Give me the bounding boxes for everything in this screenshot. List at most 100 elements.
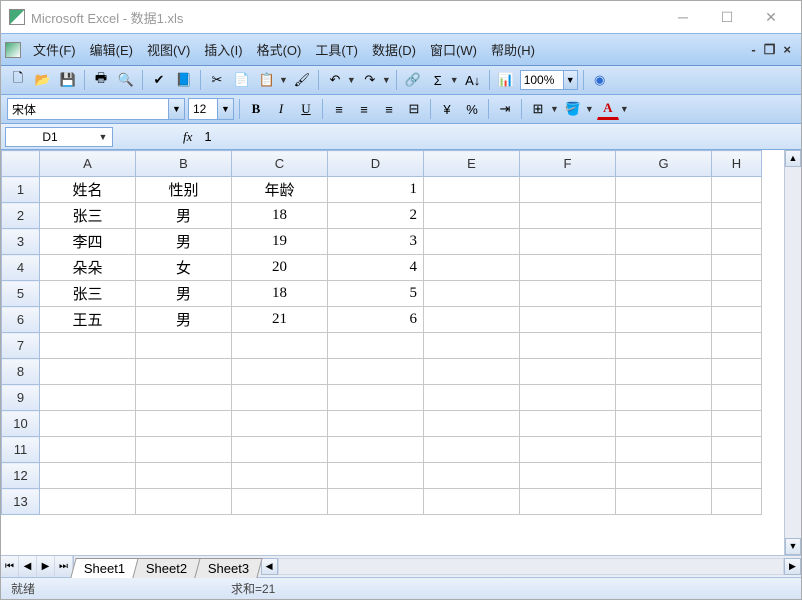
cell[interactable] [712,203,762,229]
cell[interactable] [328,437,424,463]
select-all-corner[interactable] [2,151,40,177]
cell[interactable] [712,333,762,359]
cell[interactable]: 5 [328,281,424,307]
cell[interactable] [520,281,616,307]
menu-insert[interactable]: 插入(I) [198,37,248,62]
currency-button[interactable]: ¥ [436,98,458,120]
row-header[interactable]: 6 [2,307,40,333]
cell[interactable] [520,385,616,411]
cell[interactable] [424,333,520,359]
fill-color-dropdown[interactable]: ▼ [585,104,594,114]
cell[interactable] [616,255,712,281]
cell[interactable]: 男 [136,203,232,229]
row-header[interactable]: 5 [2,281,40,307]
cell[interactable] [712,255,762,281]
merge-center-button[interactable]: ⊟ [403,98,425,120]
font-color-button[interactable]: A [597,98,619,120]
autosum-button[interactable]: Σ [427,69,449,91]
indent-button[interactable]: ⇥ [494,98,516,120]
column-header[interactable]: G [616,151,712,177]
column-header[interactable]: F [520,151,616,177]
cell[interactable] [232,463,328,489]
cell[interactable] [424,255,520,281]
cell[interactable] [40,385,136,411]
cell[interactable] [424,411,520,437]
cell[interactable] [520,229,616,255]
spellcheck-button[interactable]: ✔ [148,69,170,91]
name-box-dropdown[interactable]: ▼ [94,132,112,142]
close-button[interactable]: ✕ [749,3,793,31]
scroll-right-button[interactable]: ▶ [784,558,801,575]
horizontal-scrollbar[interactable]: ◀ ▶ [261,556,801,577]
column-header[interactable]: B [136,151,232,177]
cell[interactable] [40,463,136,489]
cell[interactable]: 男 [136,229,232,255]
cell[interactable] [712,411,762,437]
menu-help[interactable]: 帮助(H) [485,37,541,62]
cell[interactable] [232,489,328,515]
zoom-input[interactable] [521,73,563,87]
cell[interactable]: 张三 [40,203,136,229]
cell[interactable]: 姓名 [40,177,136,203]
spreadsheet-grid[interactable]: ABCDEFGH 1姓名性别年龄12张三男1823李四男1934朵朵女2045张… [1,150,762,515]
tab-first-button[interactable]: ⏮ [1,556,19,577]
menu-window[interactable]: 窗口(W) [424,37,483,62]
cell[interactable] [424,229,520,255]
zoom-combo[interactable]: ▼ [520,70,578,90]
row-header[interactable]: 7 [2,333,40,359]
cell[interactable] [520,307,616,333]
borders-button[interactable]: ⊞ [527,98,549,120]
name-box-input[interactable] [6,130,94,144]
cell[interactable] [424,177,520,203]
cell[interactable] [40,333,136,359]
cell[interactable] [232,359,328,385]
font-size-combo[interactable]: ▼ [188,98,234,120]
cell[interactable] [40,411,136,437]
sheet-tab[interactable]: Sheet1 [70,558,139,578]
vertical-scrollbar[interactable]: ▲ ▼ [784,150,801,555]
cell[interactable] [136,411,232,437]
tab-next-button[interactable]: ▶ [37,556,55,577]
name-box[interactable]: ▼ [5,127,113,147]
cell[interactable] [616,411,712,437]
row-header[interactable]: 1 [2,177,40,203]
chart-button[interactable]: 📊 [495,69,517,91]
tab-prev-button[interactable]: ◀ [19,556,37,577]
cell[interactable]: 男 [136,281,232,307]
font-input[interactable] [8,99,168,119]
cell[interactable] [136,437,232,463]
cell[interactable]: 21 [232,307,328,333]
cell[interactable] [616,385,712,411]
cell[interactable] [424,437,520,463]
cell[interactable] [136,463,232,489]
cell[interactable] [520,255,616,281]
open-button[interactable]: 📂 [32,69,54,91]
font-size-input[interactable] [189,99,217,119]
cell[interactable] [616,229,712,255]
cell[interactable] [40,359,136,385]
paste-dropdown[interactable]: ▼ [279,75,288,85]
row-header[interactable]: 3 [2,229,40,255]
print-button[interactable]: 🖶 [90,69,112,91]
cell[interactable] [424,307,520,333]
cell[interactable]: 19 [232,229,328,255]
column-header[interactable]: C [232,151,328,177]
row-header[interactable]: 8 [2,359,40,385]
row-header[interactable]: 12 [2,463,40,489]
cell[interactable]: 男 [136,307,232,333]
row-header[interactable]: 4 [2,255,40,281]
cell[interactable] [136,359,232,385]
copy-button[interactable]: 📄 [231,69,253,91]
cell[interactable] [712,229,762,255]
cell[interactable]: 女 [136,255,232,281]
cell[interactable] [712,489,762,515]
cell[interactable] [712,177,762,203]
cell[interactable] [616,203,712,229]
redo-button[interactable]: ↷ [359,69,381,91]
undo-dropdown[interactable]: ▼ [347,75,356,85]
mdi-restore[interactable]: ❐ [764,42,776,58]
cell[interactable] [136,385,232,411]
cell[interactable] [328,359,424,385]
new-button[interactable]: 🗋 [7,69,29,91]
cell[interactable] [40,437,136,463]
